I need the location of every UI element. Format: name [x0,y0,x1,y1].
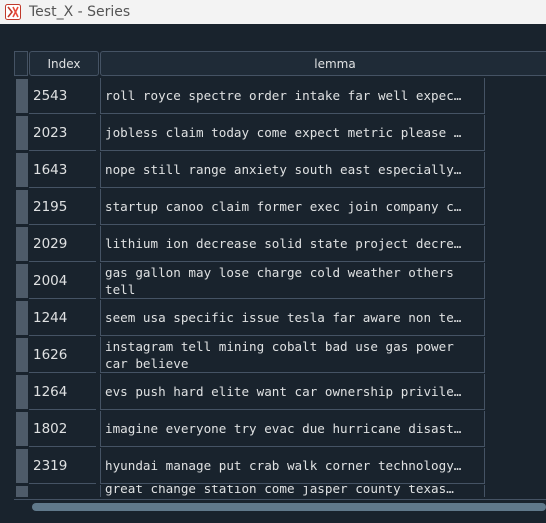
table-row[interactable]: 1244 seem usa specific issue tesla far a… [14,300,546,337]
row-header[interactable] [16,449,28,483]
column-header-lemma[interactable]: lemma [100,51,546,76]
index-cell[interactable]: 2004 [29,263,96,299]
table-row[interactable]: 2195 startup canoo claim former exec joi… [14,189,546,226]
lemma-text: roll royce spectre order intake far well… [105,88,462,103]
row-header[interactable] [16,375,28,409]
table-row[interactable]: 2023 jobless claim today come expect met… [14,115,546,152]
index-cell[interactable]: 1626 [29,337,96,373]
index-cell[interactable]: 1244 [29,300,96,336]
lemma-cell[interactable]: hyundai manage put crab walk corner tech… [100,448,485,484]
lemma-cell[interactable]: great change station come jasper county … [100,485,485,497]
index-cell[interactable]: 2195 [29,189,96,225]
index-cell[interactable]: 2023 [29,115,96,151]
row-header[interactable] [16,227,28,261]
horizontal-scrollbar[interactable] [14,499,546,514]
lemma-text: evs push hard elite want car ownership p… [105,384,462,399]
row-header[interactable] [16,116,28,150]
index-cell[interactable]: 2319 [29,448,96,484]
row-header[interactable] [16,264,28,298]
lemma-cell[interactable]: jobless claim today come expect metric p… [100,115,485,151]
index-cell[interactable]: 1643 [29,152,96,188]
scrollbar-handle[interactable] [32,503,546,511]
lemma-text: lithium ion decrease solid state project… [105,236,462,251]
index-cell[interactable]: 1802 [29,411,96,447]
series-table: Index lemma 2543 roll royce spectre orde… [14,51,546,497]
window-title: Test_X - Series [29,4,131,20]
row-header[interactable] [16,79,28,113]
lemma-cell[interactable]: evs push hard elite want car ownership p… [100,374,485,410]
lemma-cell[interactable]: seem usa specific issue tesla far aware … [100,300,485,336]
lemma-text: jobless claim today come expect metric p… [105,125,462,140]
table-row[interactable]: 2029 lithium ion decrease solid state pr… [14,226,546,263]
lemma-cell[interactable]: roll royce spectre order intake far well… [100,78,485,114]
row-header[interactable] [16,190,28,224]
lemma-cell[interactable]: gas gallon may lose charge cold weather … [100,263,485,299]
index-cell[interactable]: 1264 [29,374,96,410]
index-cell[interactable]: 2029 [29,226,96,262]
lemma-cell[interactable]: lithium ion decrease solid state project… [100,226,485,262]
bottom-margin [0,513,546,523]
row-header[interactable] [16,486,28,497]
table-row[interactable]: 2543 roll royce spectre order intake far… [14,78,546,115]
lemma-cell[interactable]: imagine everyone try evac due hurricane … [100,411,485,447]
row-header[interactable] [16,338,28,372]
lemma-text: startup canoo claim former exec join com… [105,199,462,214]
lemma-text: great change station come jasper county … [105,485,454,496]
lemma-cell[interactable]: instagram tell mining cobalt bad use gas… [100,337,485,373]
row-header[interactable] [16,153,28,187]
lemma-text: seem usa specific issue tesla far aware … [105,310,462,325]
title-bar: Test_X - Series [0,0,546,24]
table-row[interactable]: 1802 imagine everyone try evac due hurri… [14,411,546,448]
table-row[interactable]: great change station come jasper county … [14,485,546,497]
lemma-text: imagine everyone try evac due hurricane … [105,421,462,436]
table-row[interactable]: 1643 nope still range anxiety south east… [14,152,546,189]
row-header[interactable] [16,301,28,335]
table-row[interactable]: 2004 gas gallon may lose charge cold wea… [14,263,546,300]
table-row[interactable]: 2319 hyundai manage put crab walk corner… [14,448,546,485]
lemma-text: hyundai manage put crab walk corner tech… [105,458,462,473]
column-header-index[interactable]: Index [29,51,99,76]
lemma-text: gas gallon may lose charge cold weather … [105,264,454,297]
app-icon [5,4,21,20]
lemma-cell[interactable]: startup canoo claim former exec join com… [100,189,485,225]
table-corner[interactable] [14,51,28,76]
lemma-text: nope still range anxiety south east espe… [105,162,462,177]
index-cell[interactable]: 2543 [29,78,96,114]
table-row[interactable]: 1264 evs push hard elite want car owners… [14,374,546,411]
lemma-cell[interactable]: nope still range anxiety south east espe… [100,152,485,188]
table-row[interactable]: 1626 instagram tell mining cobalt bad us… [14,337,546,374]
index-cell[interactable] [29,485,96,497]
row-header[interactable] [16,412,28,446]
lemma-text: instagram tell mining cobalt bad use gas… [105,338,454,371]
